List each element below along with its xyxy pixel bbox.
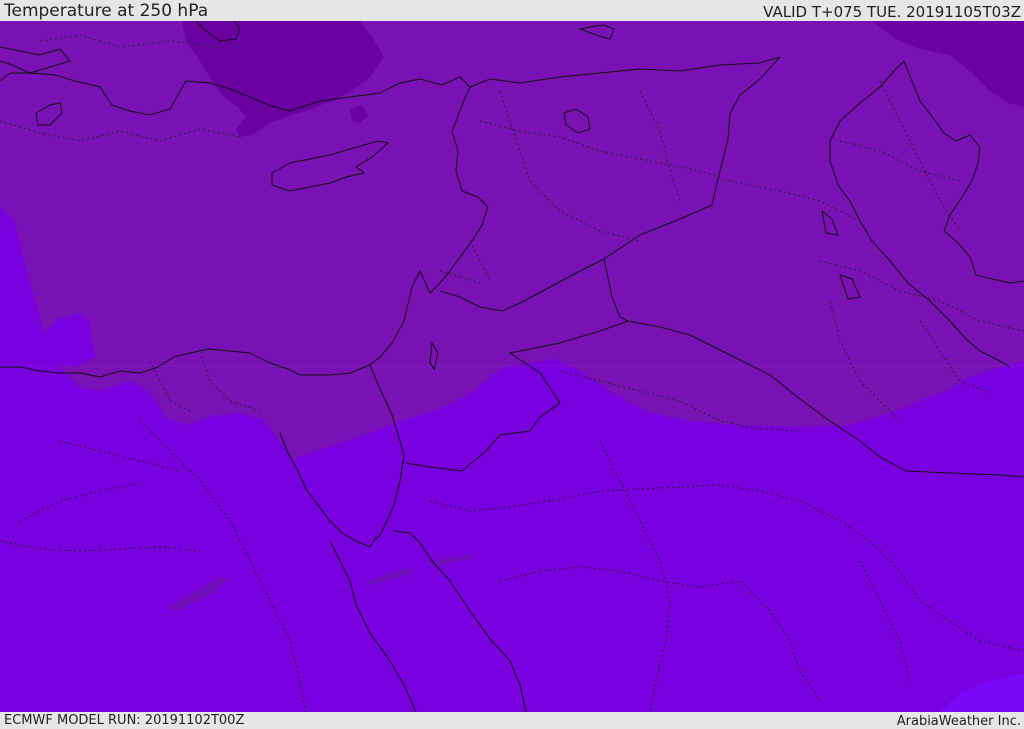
weather-map-frame: Temperature at 250 hPa VALID T+075 TUE. … <box>0 0 1024 729</box>
map-title: Temperature at 250 hPa <box>4 1 209 21</box>
map-canvas[interactable] <box>0 21 1024 712</box>
model-run-label: ECMWF MODEL RUN: 20191102T00Z <box>4 713 245 728</box>
map-svg <box>0 21 1024 712</box>
credit-label: ArabiaWeather Inc. <box>896 714 1021 729</box>
header-bar: Temperature at 250 hPa VALID T+075 TUE. … <box>0 0 1024 21</box>
footer-bar: ECMWF MODEL RUN: 20191102T00Z ArabiaWeat… <box>0 712 1024 729</box>
valid-time: VALID T+075 TUE. 20191105T03Z <box>763 3 1021 21</box>
